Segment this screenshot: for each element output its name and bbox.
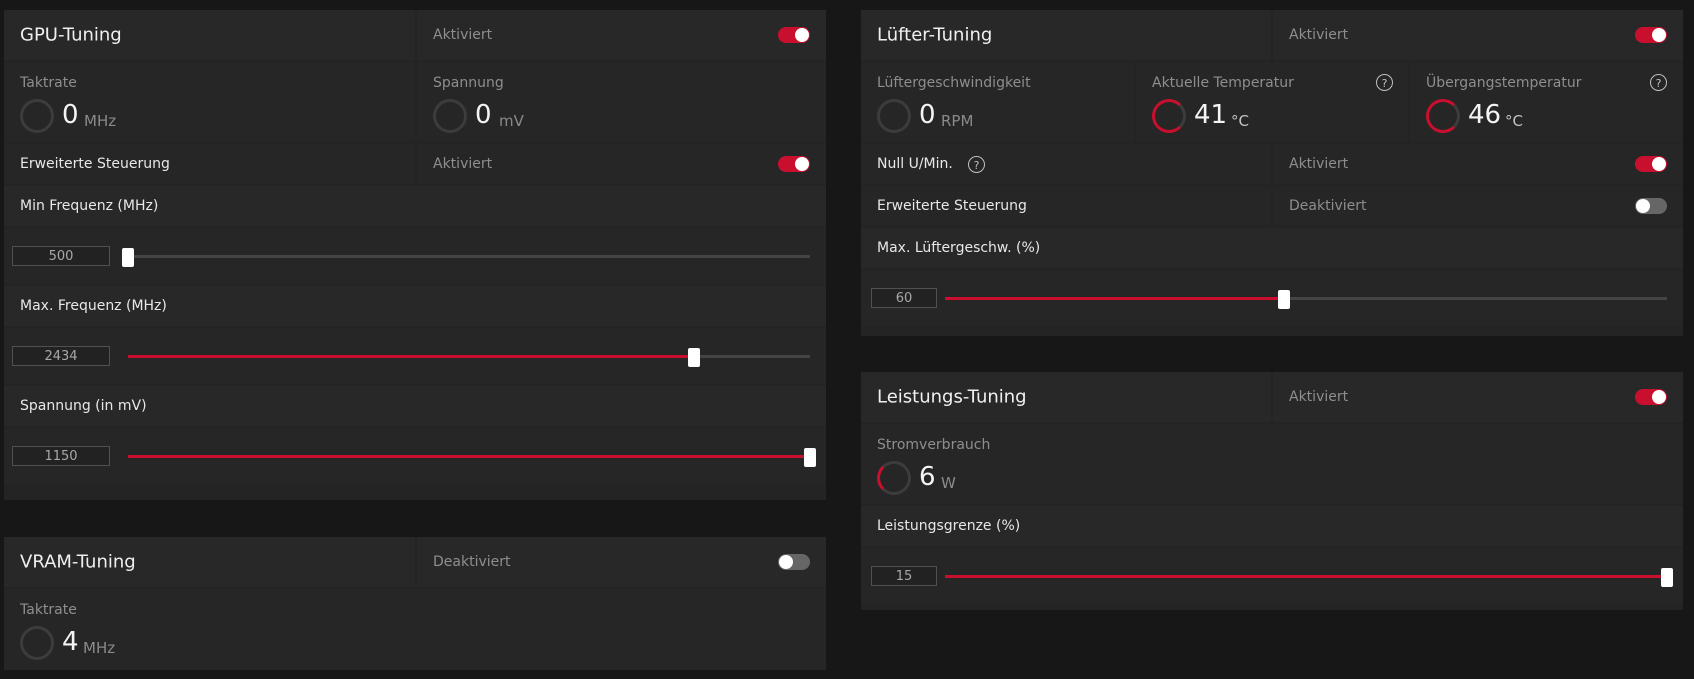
fan-speed-label: Lüftergeschwindigkeit <box>877 75 1031 91</box>
fan-advanced-status: Deaktiviert <box>1289 198 1367 214</box>
max-fan-speed-slider-handle[interactable] <box>1278 289 1291 309</box>
fan-metrics-row: Lüftergeschwindigkeit 0 RPM Aktuelle Tem… <box>861 62 1683 142</box>
vram-tuning-status: Deaktiviert <box>433 554 511 570</box>
temperature-gauge-icon <box>1152 99 1186 133</box>
vram-clock-gauge-icon <box>20 626 54 660</box>
gpu-tuning-panel: GPU-Tuning Aktiviert Taktrate 0 MHz Span… <box>4 10 826 500</box>
temperature-label: Aktuelle Temperatur <box>1152 75 1294 91</box>
junction-temperature-value: 46 <box>1468 100 1502 130</box>
power-consumption-label: Stromverbrauch <box>877 437 991 453</box>
zero-rpm-toggle[interactable] <box>1635 156 1667 172</box>
temperature-value: 41 <box>1194 100 1228 130</box>
junction-gauge-icon <box>1426 99 1460 133</box>
min-freq-slider-row: 500 <box>4 228 826 284</box>
voltage-mv-slider[interactable] <box>128 447 816 467</box>
vram-metrics-row: Taktrate 4 MHz <box>4 589 826 670</box>
gpu-advanced-label: Erweiterte Steuerung <box>20 156 170 172</box>
fan-speed-unit: RPM <box>941 112 974 130</box>
zero-rpm-help-icon[interactable]: ? <box>968 156 985 173</box>
gpu-clock-gauge-icon <box>20 99 54 133</box>
fan-tuning-status: Aktiviert <box>1289 27 1349 43</box>
fan-tuning-title: Lüfter-Tuning <box>877 24 993 46</box>
power-tuning-panel: Leistungs-Tuning Aktiviert Stromverbrauc… <box>861 372 1683 610</box>
power-limit-slider-row: 15 <box>861 548 1683 604</box>
gpu-tuning-header: GPU-Tuning Aktiviert <box>4 10 826 60</box>
max-fan-speed-slider[interactable] <box>945 289 1667 309</box>
voltage-mv-slider-row: 1150 <box>4 428 826 484</box>
max-freq-label: Max. Frequenz (MHz) <box>20 298 167 314</box>
vram-clock-unit: MHz <box>83 639 116 657</box>
temperature-help-icon[interactable]: ? <box>1376 74 1393 91</box>
gpu-voltage-label: Spannung <box>433 75 504 91</box>
max-freq-slider[interactable] <box>128 347 810 367</box>
power-limit-slider[interactable] <box>945 567 1673 587</box>
temperature-unit: °C <box>1231 112 1249 130</box>
gpu-advanced-status: Aktiviert <box>433 156 493 172</box>
vram-tuning-toggle[interactable] <box>778 554 810 570</box>
fan-tuning-header: Lüfter-Tuning Aktiviert <box>861 10 1683 60</box>
power-tuning-header: Leistungs-Tuning Aktiviert <box>861 372 1683 422</box>
zero-rpm-row: Null U/Min. ? Aktiviert <box>861 144 1683 184</box>
zero-rpm-label: Null U/Min. <box>877 156 953 172</box>
min-freq-slider-handle[interactable] <box>122 247 134 267</box>
voltage-mv-label: Spannung (in mV) <box>20 398 147 414</box>
power-limit-label: Leistungsgrenze (%) <box>877 518 1021 534</box>
power-limit-slider-handle[interactable] <box>1661 567 1673 587</box>
gpu-tuning-title: GPU-Tuning <box>20 24 122 46</box>
min-freq-label: Min Frequenz (MHz) <box>20 198 159 214</box>
voltage-mv-slider-handle[interactable] <box>804 447 816 467</box>
junction-help-icon[interactable]: ? <box>1650 74 1667 91</box>
fan-advanced-toggle[interactable] <box>1635 198 1667 214</box>
gpu-voltage-value: 0 <box>475 100 492 130</box>
vram-tuning-title: VRAM-Tuning <box>20 551 136 573</box>
max-freq-slider-handle[interactable] <box>688 347 701 367</box>
max-freq-input[interactable]: 2434 <box>12 346 110 366</box>
fan-advanced-row: Erweiterte Steuerung Deaktiviert <box>861 186 1683 226</box>
power-tuning-title: Leistungs-Tuning <box>877 386 1027 408</box>
power-limit-input[interactable]: 15 <box>871 566 937 586</box>
power-tuning-toggle[interactable] <box>1635 389 1667 405</box>
min-freq-slider[interactable] <box>122 247 810 267</box>
gpu-tuning-status: Aktiviert <box>433 27 493 43</box>
vram-clock-value: 4 <box>62 627 79 657</box>
power-consumption-gauge-icon <box>877 461 911 495</box>
voltage-mv-input[interactable]: 1150 <box>12 446 110 466</box>
fan-speed-value: 0 <box>919 100 936 130</box>
junction-temperature-unit: °C <box>1505 112 1523 130</box>
max-fan-speed-label: Max. Lüftergeschw. (%) <box>877 240 1041 256</box>
power-metrics-row: Stromverbrauch 6 W <box>861 424 1683 504</box>
max-fan-speed-slider-row: 60 <box>861 270 1683 326</box>
power-consumption-unit: W <box>941 474 956 492</box>
max-freq-slider-row: 2434 <box>4 328 826 384</box>
gpu-clock-unit: MHz <box>84 112 117 130</box>
gpu-advanced-toggle[interactable] <box>778 156 810 172</box>
fan-tuning-panel: Lüfter-Tuning Aktiviert Lüftergeschwindi… <box>861 10 1683 336</box>
vram-tuning-panel: VRAM-Tuning Deaktiviert Taktrate 4 MHz <box>4 537 826 670</box>
gpu-clock-label: Taktrate <box>20 75 77 91</box>
max-fan-speed-input[interactable]: 60 <box>871 288 937 308</box>
gpu-metrics-row: Taktrate 0 MHz Spannung 0 mV <box>4 62 826 142</box>
fan-speed-gauge-icon <box>877 99 911 133</box>
power-tuning-status: Aktiviert <box>1289 389 1349 405</box>
min-freq-input[interactable]: 500 <box>12 246 110 266</box>
power-consumption-value: 6 <box>919 462 936 492</box>
gpu-clock-value: 0 <box>62 100 79 130</box>
fan-tuning-toggle[interactable] <box>1635 27 1667 43</box>
gpu-voltage-unit: mV <box>499 112 524 130</box>
zero-rpm-status: Aktiviert <box>1289 156 1349 172</box>
vram-clock-label: Taktrate <box>20 602 77 618</box>
vram-tuning-header: VRAM-Tuning Deaktiviert <box>4 537 826 587</box>
gpu-tuning-toggle[interactable] <box>778 27 810 43</box>
gpu-voltage-gauge-icon <box>433 99 467 133</box>
junction-temperature-label: Übergangstemperatur <box>1426 75 1582 91</box>
fan-advanced-label: Erweiterte Steuerung <box>877 198 1027 214</box>
gpu-advanced-row: Erweiterte Steuerung Aktiviert <box>4 144 826 184</box>
